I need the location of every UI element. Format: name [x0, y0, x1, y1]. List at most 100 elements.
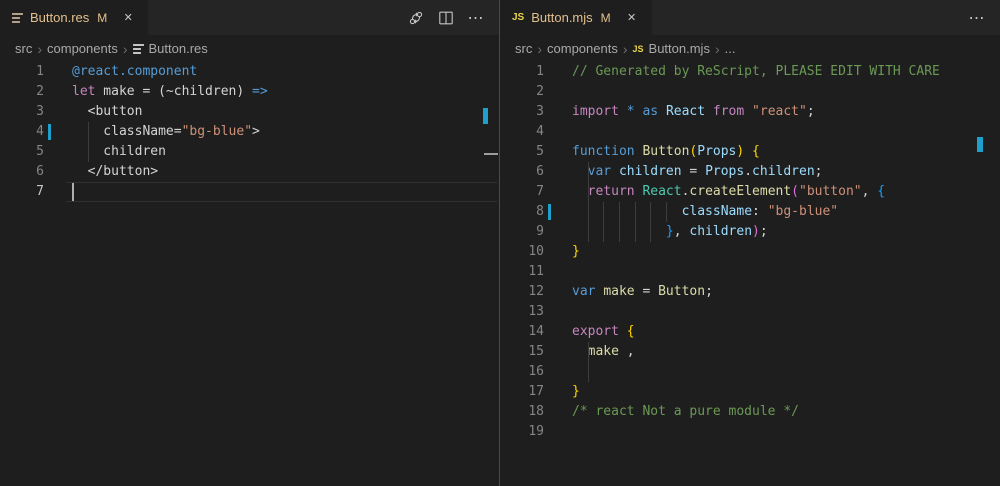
code-line[interactable]: 8 className: "bg-blue" — [500, 202, 1000, 222]
code-token — [572, 164, 588, 179]
line-number[interactable]: 1 — [500, 62, 544, 82]
line-number[interactable]: 8 — [500, 202, 544, 222]
code-line[interactable]: 3 <button — [0, 102, 499, 122]
line-number[interactable]: 7 — [500, 182, 544, 202]
line-number[interactable]: 2 — [0, 82, 44, 102]
line-number[interactable]: 4 — [0, 122, 44, 142]
code-line[interactable]: 4 className="bg-blue"> — [0, 122, 499, 142]
line-number[interactable]: 4 — [500, 122, 544, 142]
line-content: var children = Props.children; — [572, 162, 823, 182]
line-number[interactable]: 9 — [500, 222, 544, 242]
code-line[interactable]: 14export { — [500, 322, 1000, 342]
indent-guide — [588, 222, 589, 242]
line-number[interactable]: 3 — [0, 102, 44, 122]
breadcrumb-item[interactable]: JSButton.mjs — [633, 41, 710, 56]
line-number[interactable]: 19 — [500, 422, 544, 442]
code-token: : — [752, 204, 768, 219]
line-content: /* react Not a pure module */ — [572, 402, 799, 422]
code-line[interactable]: 1 // Generated by ReScript, PLEASE EDIT W… — [500, 62, 1000, 82]
res-file-icon — [133, 44, 144, 54]
code-line[interactable]: 2 — [500, 82, 1000, 102]
code-line[interactable]: 2let make = (~children) => — [0, 82, 499, 102]
tab-button-res[interactable]: Button.res M ✕ — [0, 0, 148, 35]
code-line[interactable]: 5function Button(Props) { — [500, 142, 1000, 162]
code-token: var — [572, 284, 595, 299]
tab-bar-right: JS Button.mjs M ✕ ⋯ — [500, 0, 1000, 35]
code-token: var — [588, 164, 611, 179]
code-token: // Generated by ReScript, PLEASE EDIT WI… — [572, 64, 940, 79]
breadcrumb-item[interactable]: Button.res — [133, 41, 208, 56]
code-token: { — [752, 144, 760, 159]
code-line[interactable]: 11 — [500, 262, 1000, 282]
code-line[interactable]: 4 — [500, 122, 1000, 142]
code-token: , — [862, 184, 878, 199]
code-line[interactable]: 7 return React.createElement("button", { — [500, 182, 1000, 202]
close-tab-icon[interactable]: ✕ — [624, 10, 640, 26]
code-token: , — [619, 344, 635, 359]
line-number[interactable]: 1 — [0, 62, 44, 82]
close-tab-icon[interactable]: ✕ — [120, 10, 136, 26]
line-number[interactable]: 6 — [0, 162, 44, 182]
code-line[interactable]: 18 /* react Not a pure module */ — [500, 402, 1000, 422]
line-content: return React.createElement("button", { — [572, 182, 885, 202]
code-line[interactable]: 13 — [500, 302, 1000, 322]
line-number[interactable]: 3 — [500, 102, 544, 122]
line-number[interactable]: 6 — [500, 162, 544, 182]
code-token: import — [572, 104, 619, 119]
line-number[interactable]: 5 — [0, 142, 44, 162]
breadcrumb-item[interactable]: src — [15, 41, 32, 56]
code-line[interactable]: 9 }, children); — [500, 222, 1000, 242]
code-line[interactable]: 5 children — [0, 142, 499, 162]
gutter-modified-marker — [48, 124, 51, 140]
indent-guide — [588, 182, 589, 202]
line-number[interactable]: 2 — [500, 82, 544, 102]
line-number[interactable]: 7 — [0, 182, 44, 202]
code-token: > — [252, 124, 260, 139]
more-actions-icon[interactable]: ⋯ — [467, 9, 485, 27]
line-number[interactable]: 11 — [500, 262, 544, 282]
breadcrumb-item[interactable]: src — [515, 41, 532, 56]
more-actions-icon[interactable]: ⋯ — [968, 9, 986, 27]
code-line[interactable]: 16 — [500, 362, 1000, 382]
code-token: return — [588, 184, 635, 199]
code-token: } — [572, 244, 580, 259]
editor-actions-left: ⋯ — [407, 0, 499, 35]
line-content: } — [572, 382, 580, 402]
code-line[interactable]: 7 — [0, 182, 499, 202]
line-number[interactable]: 15 — [500, 342, 544, 362]
breadcrumb-item[interactable]: components — [547, 41, 618, 56]
indent-guide — [603, 202, 604, 222]
code-line[interactable]: 15 make , — [500, 342, 1000, 362]
line-number[interactable]: 5 — [500, 142, 544, 162]
line-number[interactable]: 16 — [500, 362, 544, 382]
code-line[interactable]: 6 </button> — [0, 162, 499, 182]
breadcrumb-item[interactable]: ... — [725, 41, 736, 56]
line-number[interactable]: 10 — [500, 242, 544, 262]
code-token: , — [674, 224, 690, 239]
code-line[interactable]: 3import * as React from "react"; — [500, 102, 1000, 122]
code-line[interactable]: 10} — [500, 242, 1000, 262]
indent-guide — [88, 122, 89, 142]
code-token: . — [744, 164, 752, 179]
code-token: make = (~children) — [95, 84, 252, 99]
code-token — [611, 164, 619, 179]
indent-guide — [619, 222, 620, 242]
line-number[interactable]: 12 — [500, 282, 544, 302]
code-line[interactable]: 1@react.component — [0, 62, 499, 82]
code-line[interactable]: 19 — [500, 422, 1000, 442]
code-token — [619, 324, 627, 339]
code-line[interactable]: 12var make = Button; — [500, 282, 1000, 302]
line-number[interactable]: 18 — [500, 402, 544, 422]
breadcrumb-label: components — [547, 41, 618, 56]
line-number[interactable]: 13 — [500, 302, 544, 322]
code-token: </button> — [72, 164, 158, 179]
tab-button-mjs[interactable]: JS Button.mjs M ✕ — [500, 0, 652, 35]
open-changes-icon[interactable] — [407, 9, 425, 27]
breadcrumb-item[interactable]: components — [47, 41, 118, 56]
line-number[interactable]: 14 — [500, 322, 544, 342]
code-line[interactable]: 17} — [500, 382, 1000, 402]
split-editor-icon[interactable] — [437, 9, 455, 27]
line-number[interactable]: 17 — [500, 382, 544, 402]
code-line[interactable]: 6 var children = Props.children; — [500, 162, 1000, 182]
code-token — [572, 184, 588, 199]
